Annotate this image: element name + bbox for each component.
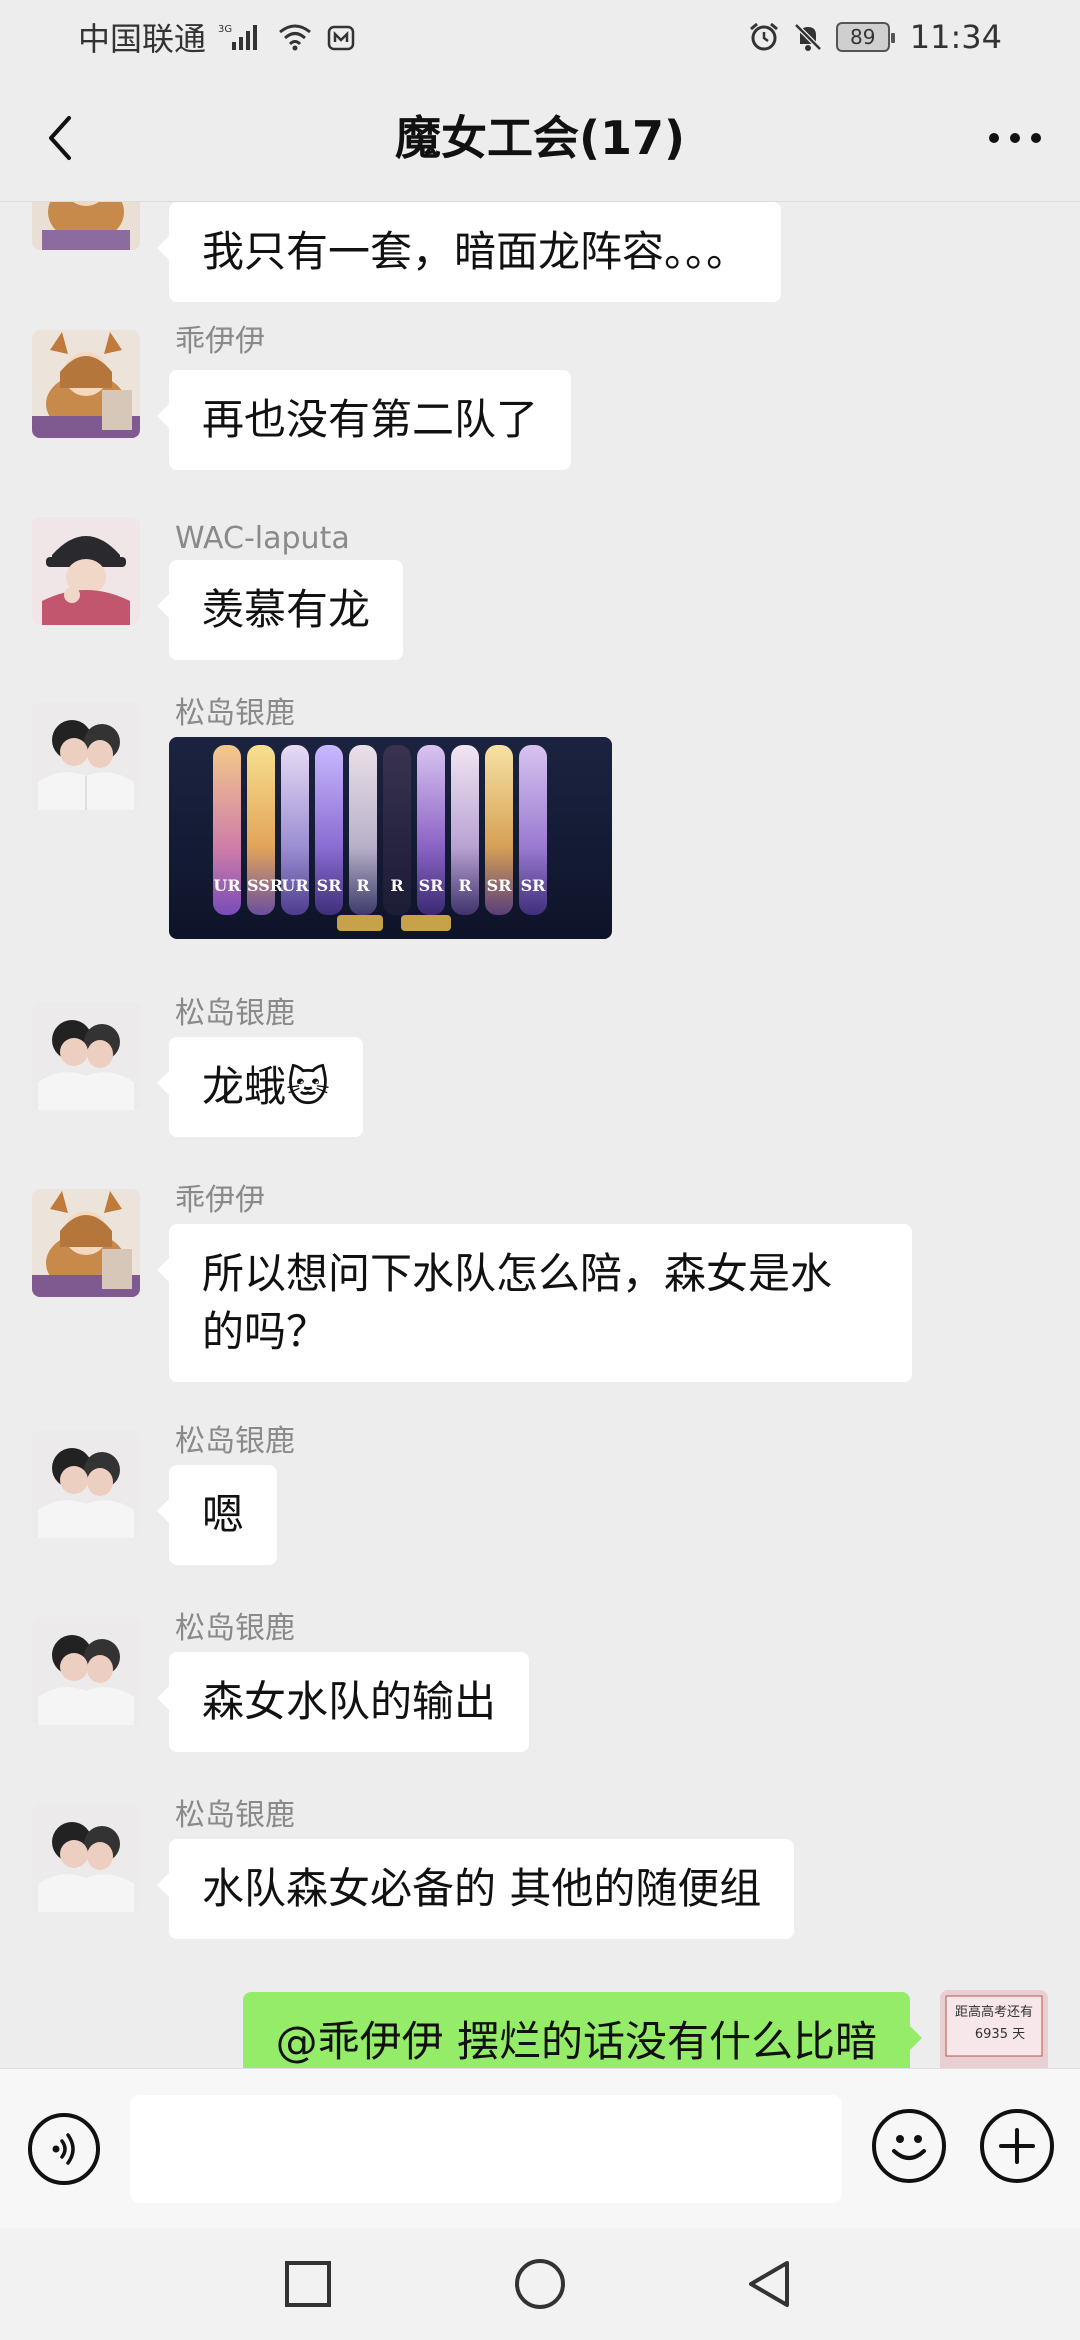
card-rarity-label: R [458,876,472,895]
network-label: 3G [218,24,232,35]
card-rarity-label: SSR [247,876,284,895]
message-bubble[interactable]: 我只有一套，暗面龙阵容。。。 [156,202,782,302]
recent-apps-button[interactable] [276,2252,340,2316]
page-title: 魔女工会(17) [394,111,686,165]
avatar[interactable] [32,517,140,625]
status-left: 中国联通 3G [78,14,356,60]
message-bubble[interactable]: 龙蛾🐱 [157,1037,363,1137]
sender-name: 松岛银鹿 [175,1611,295,1646]
message-input[interactable] [130,2095,842,2203]
message-bubble[interactable]: 森女水队的输出 [156,1652,530,1752]
square-icon [285,2261,331,2307]
card-rarity-label: UR [213,876,241,895]
message-text-line: 的吗？ [202,1307,329,1356]
home-button[interactable] [508,2252,572,2316]
chat-area[interactable]: 我只有一套，暗面龙阵容。。。 乖伊伊 再也没有第二队了 WAC-laputa 羡… [0,202,1080,2068]
status-right: 89 11:34 [748,18,1002,56]
card-rarity-label: R [390,876,404,895]
more-dots-icon [989,133,1041,143]
voice-button[interactable] [28,2113,100,2185]
card-rarity-label: UR [281,876,309,895]
message-text-line: 所以想问下水队怎么陪，森女是水 [202,1249,833,1298]
countdown-text: 距高高考还有 [955,2004,1033,2020]
sender-name: 松岛银鹿 [175,1798,295,1833]
message-text: 龙蛾 [202,1062,287,1111]
card-rarity-label: SR [418,876,444,895]
avatar[interactable] [32,1430,140,1538]
triangle-back-icon [749,2261,789,2307]
voice-icon [52,2133,75,2165]
card-rarity-label: SR [316,876,342,895]
signal-icon: 3G [218,22,264,52]
input-bar [0,2068,1080,2228]
emoji-button[interactable] [872,2109,946,2183]
clock: 11:34 [909,18,1002,56]
sender-name: 松岛银鹿 [175,696,295,731]
system-nav-bar [0,2228,1080,2340]
avatar[interactable] [32,1617,140,1725]
message-bubble[interactable]: 所以想问下水队怎么陪，森女是水 的吗？ [157,1224,912,1382]
card-rarity-label: SR [486,876,512,895]
message-bubble-self[interactable]: @乖伊伊 摆烂的话没有什么比暗 [242,1992,923,2068]
sender-name: 乖伊伊 [175,324,265,359]
carrier-label: 中国联通 [78,20,207,58]
avatar[interactable] [32,1002,140,1110]
avatar[interactable] [32,1804,140,1912]
sender-name: WAC-laputa [175,521,350,556]
avatar[interactable] [32,202,140,250]
more-functions-button[interactable] [980,2109,1054,2183]
wifi-icon [276,22,314,52]
sender-name: 松岛银鹿 [175,996,295,1031]
battery-icon: 89 [835,22,895,52]
more-button[interactable] [980,108,1050,168]
alarm-icon [748,21,780,53]
self-avatar[interactable]: 距高高考还有 6935 天 [940,1990,1048,2068]
app-notification-icon [326,22,356,52]
mute-icon [792,21,824,53]
card-rarity-label: R [356,876,370,895]
nav-bar: 魔女工会(17) [0,74,1080,202]
sender-name: 松岛银鹿 [175,1424,295,1459]
message-bubble[interactable]: 羡慕有龙 [156,560,404,660]
message-bubble[interactable]: 再也没有第二队了 [156,370,572,470]
avatar[interactable] [32,702,140,810]
avatar[interactable] [32,1189,140,1297]
avatar[interactable] [32,330,140,438]
message-bubble[interactable]: 水队森女必备的 其他的随便组 [156,1839,795,1939]
circle-icon [515,2259,565,2309]
cat-emoji-icon: 🐱 [286,1062,330,1111]
sender-name: 乖伊伊 [175,1183,265,1218]
card-rarity-label: SR [520,876,546,895]
back-system-button[interactable] [738,2252,802,2316]
status-bar: 中国联通 3G 89 11:34 [0,0,1080,74]
plus-icon [999,2128,1035,2164]
message-bubble[interactable]: 嗯 [156,1465,278,1565]
countdown-days: 6935 天 [975,2027,1025,2042]
image-message[interactable]: UR SSR UR SR R R SR R SR SR [169,737,612,939]
emoji-icon [892,2135,926,2160]
